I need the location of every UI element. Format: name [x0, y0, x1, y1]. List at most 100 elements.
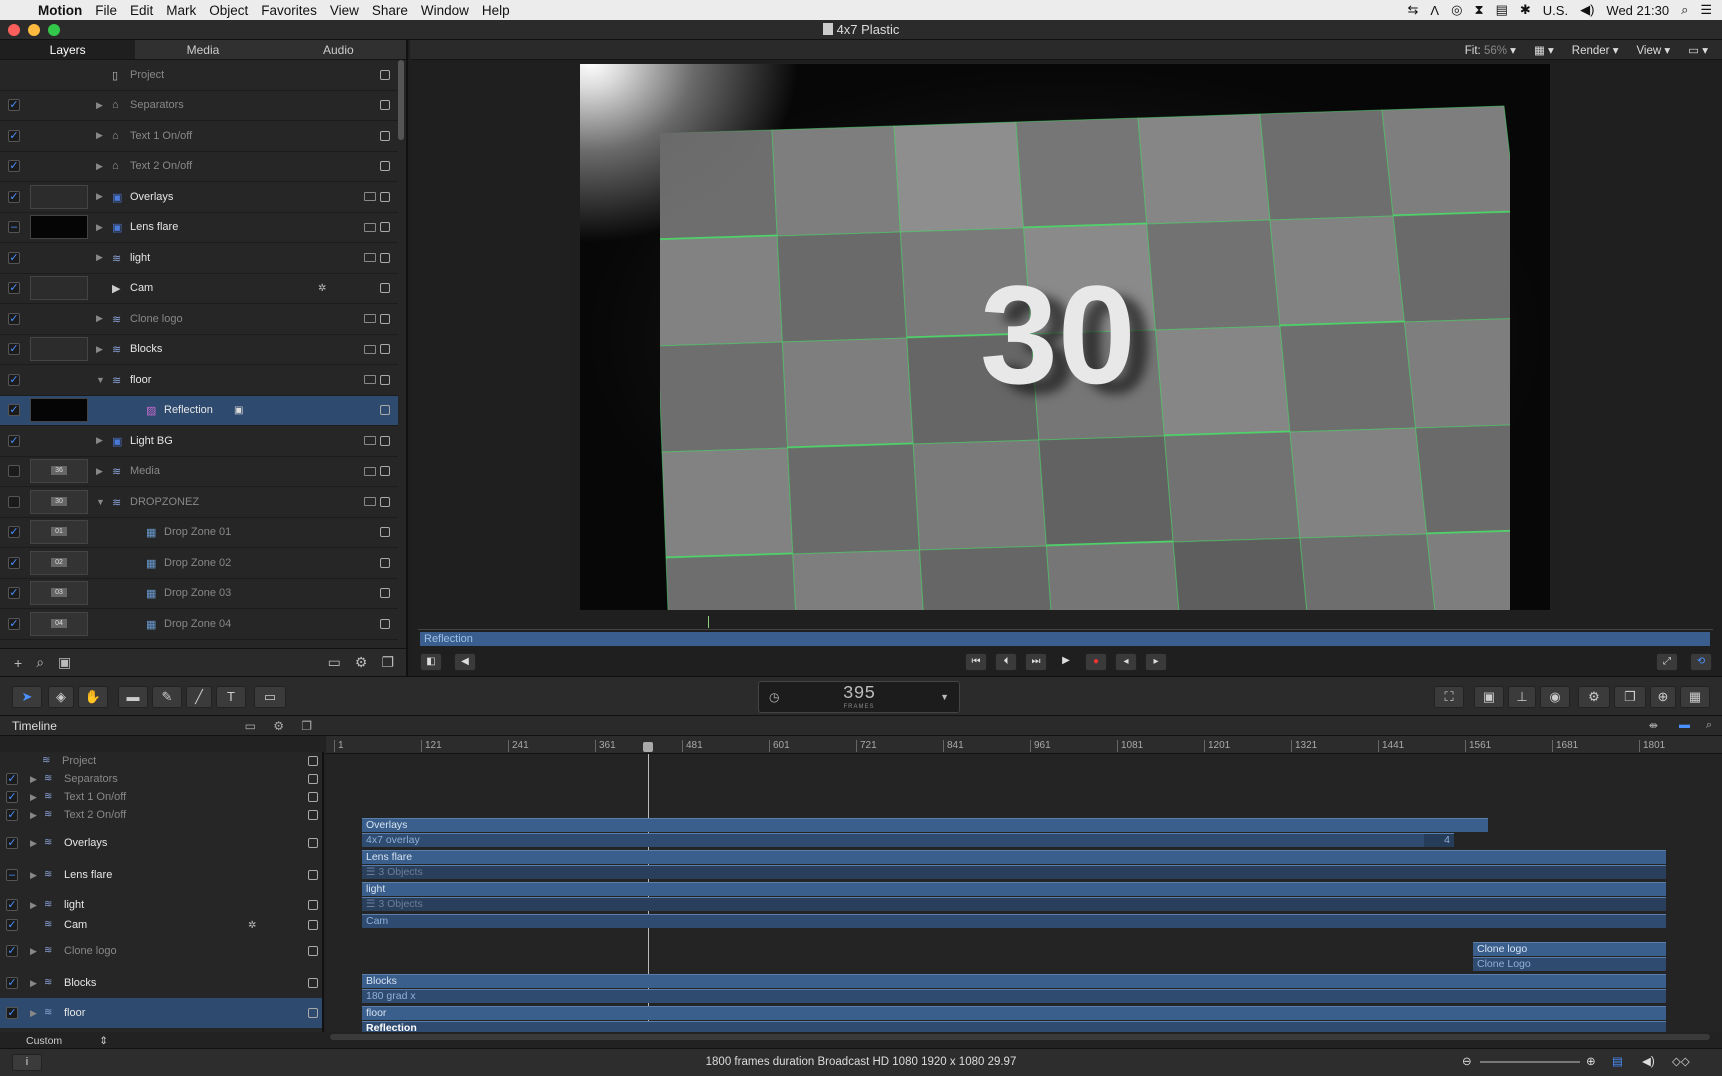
audio-timeline-icon[interactable]: ◀): [1642, 1049, 1655, 1075]
timeline-clip[interactable]: Blocks: [362, 974, 1666, 988]
disclosure-triangle-icon[interactable]: ▶: [30, 900, 37, 911]
disclosure-triangle-icon[interactable]: ▶: [30, 870, 37, 881]
timeline-clip[interactable]: ☰ 3 Objects: [362, 865, 1666, 879]
layer-name[interactable]: Cam: [130, 282, 153, 294]
tab-media[interactable]: Media: [135, 40, 270, 59]
timeline-layer-name[interactable]: light: [64, 899, 84, 911]
lock-icon[interactable]: [380, 130, 390, 141]
lock-icon[interactable]: [308, 1008, 318, 1018]
step-back-button[interactable]: ⏴: [995, 653, 1017, 671]
bezier-tool-button[interactable]: ✎: [152, 686, 182, 708]
timeline-layer-row[interactable]: ✓ ▶ ≋ Separators: [0, 770, 322, 788]
layer-name[interactable]: Drop Zone 02: [164, 557, 231, 569]
layer-visibility-checkbox[interactable]: ✓: [8, 343, 20, 356]
volume-icon[interactable]: ◀): [1580, 2, 1594, 18]
layer-row[interactable]: ✓ ▶ ⌂ Text 2 On/off: [0, 152, 398, 182]
layer-name[interactable]: Media: [130, 465, 160, 477]
info-icon[interactable]: i: [12, 1054, 42, 1071]
layer-visibility-checkbox[interactable]: ✓: [8, 160, 20, 173]
layer-name[interactable]: Overlays: [130, 191, 173, 203]
layer-name[interactable]: Clone logo: [130, 313, 183, 325]
add-camera-button[interactable]: ▣: [1474, 686, 1504, 708]
timeline-layer-row[interactable]: ✓ ▶ ≋ Blocks: [0, 968, 322, 998]
render-popup[interactable]: Render ▾: [1572, 43, 1619, 57]
zoom-out-icon[interactable]: ⊖: [1462, 1049, 1472, 1075]
layer-visibility-checkbox[interactable]: ✓: [8, 587, 20, 600]
lock-icon[interactable]: [380, 69, 390, 80]
timeline-layer-name[interactable]: Project: [62, 755, 96, 767]
blend-mode-icon[interactable]: [364, 222, 376, 232]
menu-share[interactable]: Share: [372, 3, 408, 18]
layer-row[interactable]: – ▶ ▣ Lens flare: [0, 213, 398, 243]
previous-frame-button[interactable]: ◂: [1115, 653, 1137, 671]
menu-object[interactable]: Object: [209, 3, 248, 18]
next-frame-button[interactable]: ▸: [1145, 653, 1167, 671]
play-button[interactable]: ▶: [1055, 653, 1077, 671]
layer-row[interactable]: ✓ ▶ ▣ Light BG: [0, 426, 398, 457]
hourglass-icon[interactable]: ⧗: [1474, 2, 1483, 18]
layer-row[interactable]: ▯ Project: [0, 60, 398, 91]
disclosure-triangle-icon[interactable]: ▶: [96, 100, 103, 111]
orbit-tool-button[interactable]: ◈: [48, 686, 74, 708]
canvas-viewer[interactable]: 30: [580, 64, 1550, 610]
layer-name[interactable]: Text 1 On/off: [130, 130, 192, 142]
duplicate-icon[interactable]: ❐: [381, 654, 394, 671]
timeline-clip[interactable]: Reflection: [362, 1021, 1666, 1032]
text-tool-button[interactable]: T: [216, 686, 246, 708]
lock-icon[interactable]: [380, 191, 390, 202]
disclosure-triangle-icon[interactable]: ▶: [30, 774, 37, 785]
layer-row[interactable]: ✓ 02 ▦ Drop Zone 02: [0, 548, 398, 579]
zoom-icon[interactable]: ⌕: [1706, 719, 1712, 732]
lock-icon[interactable]: [380, 618, 390, 629]
disclosure-triangle-icon[interactable]: ▶: [96, 161, 103, 172]
disclosure-triangle-icon[interactable]: ▶: [96, 191, 103, 202]
reveal-canvas-button[interactable]: ⛶: [1434, 686, 1464, 708]
layer-name[interactable]: Blocks: [130, 343, 162, 355]
close-window-button[interactable]: [8, 24, 20, 36]
layer-row[interactable]: ✓ ▶ ≋ light: [0, 243, 398, 274]
paint-stroke-tool-button[interactable]: ╱: [186, 686, 212, 708]
timeline-clip[interactable]: light: [362, 882, 1666, 896]
record-button[interactable]: ●: [1085, 653, 1107, 671]
tab-layers[interactable]: Layers: [0, 40, 136, 59]
timeline-visibility-checkbox[interactable]: ✓: [6, 837, 18, 849]
sync-icon[interactable]: ◎: [1451, 2, 1462, 18]
timeline-clip[interactable]: Clone Logo: [1473, 957, 1666, 971]
layer-visibility-checkbox[interactable]: ✓: [8, 312, 20, 325]
layer-row[interactable]: ✓ ▶ ▣ Overlays: [0, 182, 398, 213]
zoom-window-button[interactable]: [48, 24, 60, 36]
timeline-layer-name[interactable]: floor: [64, 1007, 85, 1019]
blend-mode-icon[interactable]: [364, 497, 376, 507]
snapping-icon[interactable]: ⇼: [1649, 719, 1658, 732]
timeline-layer-row[interactable]: ✓ ▶ ≋ floor: [0, 998, 322, 1028]
lock-icon[interactable]: [308, 774, 318, 784]
color-channels-popup[interactable]: ▦ ▾: [1534, 43, 1554, 57]
disclosure-triangle-icon[interactable]: ▶: [30, 838, 37, 849]
disclosure-triangle-icon[interactable]: ▶: [96, 130, 103, 141]
timeline-layer-row[interactable]: ✓ ▶ ≋ Text 1 On/off: [0, 788, 322, 806]
timeline-layer-row[interactable]: ✓ ≋ Cam ✲: [0, 914, 322, 936]
timeline-clip[interactable]: Cam: [362, 914, 1666, 928]
notification-center-icon[interactable]: ☰: [1700, 2, 1712, 18]
keyframe-editor-icon[interactable]: ◇◇: [1672, 1049, 1690, 1075]
input-source[interactable]: U.S.: [1543, 3, 1568, 18]
layer-row[interactable]: ✓ 04 ▦ Drop Zone 04: [0, 609, 398, 640]
menu-mark[interactable]: Mark: [166, 3, 196, 18]
timeline-layer-name[interactable]: Cam: [64, 919, 87, 931]
timeline-layer-row[interactable]: ✓ ▶ ≋ Overlays: [0, 830, 322, 856]
lock-icon[interactable]: [308, 978, 318, 988]
timeline-visibility-checkbox[interactable]: ✓: [6, 899, 18, 911]
menu-window[interactable]: Window: [421, 3, 469, 18]
display-icon[interactable]: ⇆: [1408, 2, 1419, 18]
lock-icon[interactable]: [380, 405, 390, 416]
timecode-display[interactable]: ◷ 395 FRAMES ▼: [758, 681, 960, 713]
layer-visibility-checkbox[interactable]: ✓: [8, 190, 20, 203]
disclosure-triangle-icon[interactable]: ▶: [96, 466, 103, 477]
timeline-visibility-checkbox[interactable]: ✓: [6, 977, 18, 989]
replicator-button[interactable]: ⊕: [1650, 686, 1676, 708]
layout-icon[interactable]: ▭ ▾: [1688, 43, 1708, 57]
mini-timeline[interactable]: [418, 616, 1713, 630]
adobe-icon[interactable]: Λ: [1430, 3, 1439, 18]
layers-scrollbar[interactable]: [398, 60, 404, 140]
layer-visibility-checkbox[interactable]: ✓: [8, 556, 20, 569]
